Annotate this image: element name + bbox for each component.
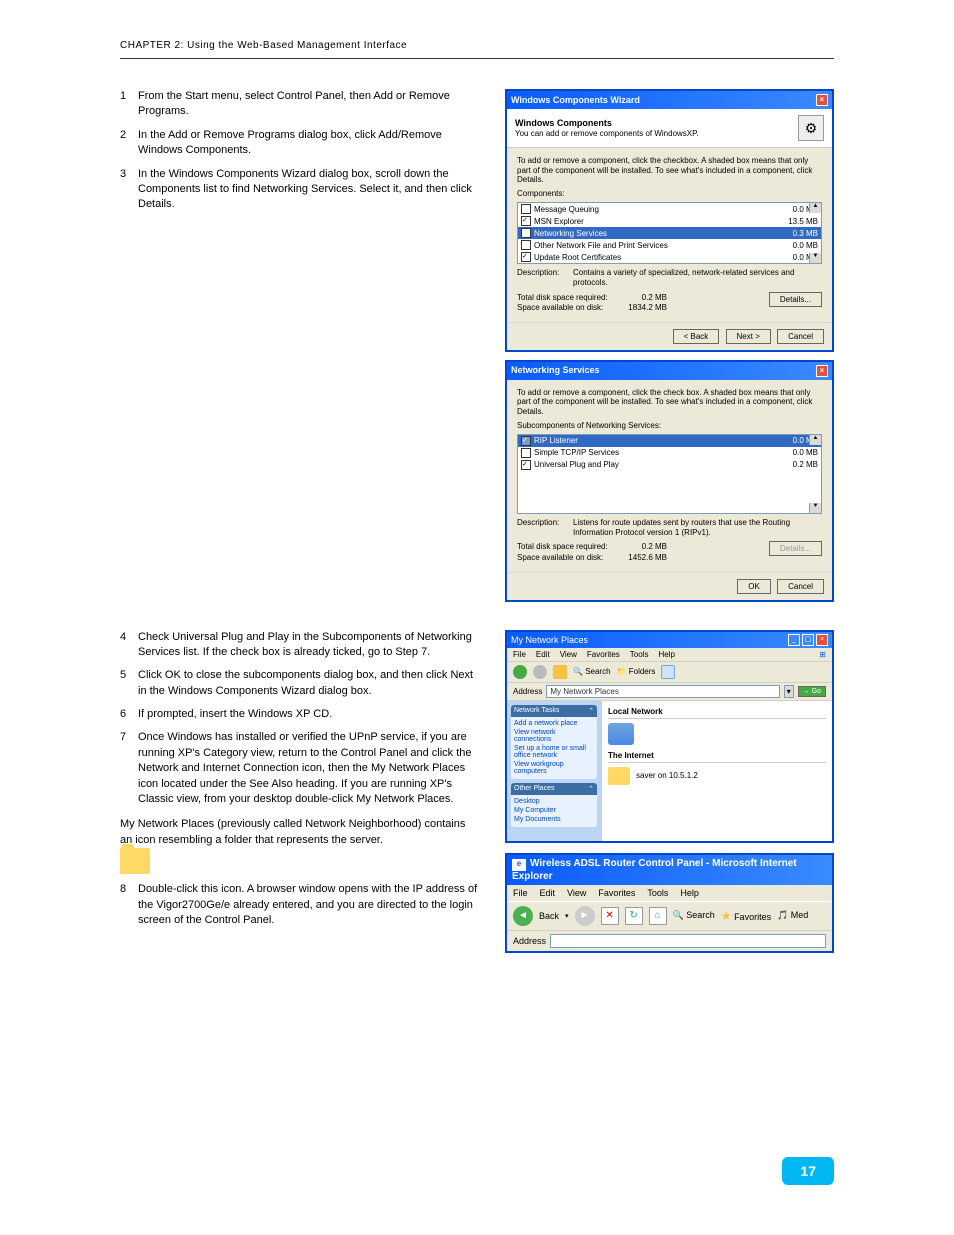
step-8: 8Double-click this icon. A browser windo… [120, 882, 480, 928]
media-button[interactable]: 🎵 Med [777, 910, 808, 921]
intro-text: To add or remove a component, click the … [517, 156, 822, 185]
sidebar-link[interactable]: View network connections [514, 728, 594, 744]
sidebar-link[interactable]: My Computer [514, 806, 594, 815]
go-button[interactable]: → Go [798, 686, 826, 697]
other-places-header: Other Places [514, 785, 554, 793]
back-button[interactable]: < Back [673, 329, 720, 344]
home-icon[interactable]: ⌂ [649, 907, 667, 925]
scroll-up-icon[interactable]: ▲ [809, 435, 821, 445]
dropdown-icon[interactable]: ▾ [784, 685, 794, 698]
wizard-icon: ⚙ [798, 115, 824, 141]
dialog-heading: Windows Components [515, 118, 699, 129]
details-button[interactable]: Details... [769, 292, 822, 307]
close-icon[interactable]: × [816, 94, 828, 106]
step-1: 1From the Start menu, select Control Pan… [120, 89, 480, 120]
internet-item[interactable]: saver on 10.5.1.2 [608, 767, 826, 785]
sidebar-link[interactable]: My Documents [514, 815, 594, 824]
network-item[interactable] [608, 723, 826, 745]
ok-button[interactable]: OK [737, 579, 771, 594]
address-label: Address [513, 687, 542, 696]
dialog-title: Windows Components Wizard [511, 95, 640, 106]
collapse-icon[interactable]: ⌃ [588, 785, 594, 793]
desc-label: Description: [517, 518, 567, 537]
search-button[interactable]: 🔍 Search [573, 667, 611, 676]
address-field[interactable] [550, 934, 826, 948]
ie-icon: e [512, 859, 526, 871]
search-button[interactable]: 🔍 Search [673, 910, 715, 921]
window-title: My Network Places [511, 635, 588, 645]
header-rule [120, 51, 834, 59]
desc-text: Contains a variety of specialized, netwo… [573, 268, 822, 287]
intro-text: To add or remove a component, click the … [517, 388, 822, 417]
ie-menubar[interactable]: FileEditViewFavoritesToolsHelp [507, 885, 832, 901]
scroll-down-icon[interactable]: ▼ [809, 503, 821, 513]
sidebar-link[interactable]: View workgroup computers [514, 760, 594, 776]
step-7: 7Once Windows has installed or verified … [120, 730, 480, 807]
para-intro: My Network Places (previously called Net… [120, 817, 480, 848]
stop-icon[interactable]: ✕ [601, 907, 619, 925]
back-icon[interactable] [513, 665, 527, 679]
back-label: Back [539, 911, 559, 921]
folder-illustration [120, 848, 480, 874]
scroll-up-icon[interactable]: ▲ [809, 203, 821, 213]
step-4: 4Check Universal Plug and Play in the Su… [120, 630, 480, 661]
cancel-button[interactable]: Cancel [777, 329, 824, 344]
step-2: 2In the Add or Remove Programs dialog bo… [120, 128, 480, 159]
forward-icon[interactable] [533, 665, 547, 679]
components-listbox[interactable]: Message Queuing0.0 MB MSN Explorer13.5 M… [517, 202, 822, 264]
folders-button[interactable]: 📁 Folders [617, 667, 656, 676]
network-device-icon [608, 723, 634, 745]
views-icon[interactable] [661, 665, 675, 679]
ie-titlebar: eWireless ADSL Router Control Panel - Mi… [507, 855, 832, 885]
step-6: 6If prompted, insert the Windows XP CD. [120, 707, 480, 722]
sidebar-link[interactable]: Add a network place [514, 719, 594, 728]
close-icon[interactable]: × [816, 634, 828, 646]
address-label: Address [513, 936, 546, 946]
explorer-window: My Network Places _ ▢ × FileEditViewFavo… [505, 630, 834, 843]
scroll-down-icon[interactable]: ▼ [809, 253, 821, 263]
collapse-icon[interactable]: ⌃ [588, 707, 594, 715]
step-3: 3In the Windows Components Wizard dialog… [120, 167, 480, 213]
page-number-badge: 17 [782, 1157, 834, 1185]
toolbar: 🔍 Search 📁 Folders [507, 662, 832, 683]
folder-icon [120, 848, 150, 874]
sidebar-link[interactable]: Desktop [514, 797, 594, 806]
address-field[interactable]: My Network Places [546, 685, 779, 698]
group-header-internet: The Internet [608, 751, 826, 763]
step-5: 5Click OK to close the subcomponents dia… [120, 668, 480, 699]
components-label: Components: [517, 189, 822, 199]
details-button: Details... [769, 541, 822, 556]
network-tasks-header: Network Tasks [514, 707, 559, 715]
cancel-button[interactable]: Cancel [777, 579, 824, 594]
group-header-local: Local Network [608, 707, 826, 719]
ie-window: eWireless ADSL Router Control Panel - Mi… [505, 853, 834, 953]
subcomponents-listbox[interactable]: RIP Listener0.0 MB Simple TCP/IP Service… [517, 434, 822, 514]
wizard-dialog: Windows Components Wizard × Windows Comp… [505, 89, 834, 352]
minimize-icon[interactable]: _ [788, 634, 800, 646]
sidebar-link[interactable]: Set up a home or small office network [514, 744, 594, 760]
menu-bar[interactable]: FileEditViewFavoritesToolsHelp ⊞ [507, 648, 832, 662]
dialog-title: Networking Services [511, 365, 600, 376]
page-header: CHAPTER 2: Using the Web-Based Managemen… [120, 40, 834, 51]
favorites-button[interactable]: ★ Favorites [721, 909, 771, 923]
folder-icon [608, 767, 630, 785]
refresh-icon[interactable]: ↻ [625, 907, 643, 925]
forward-icon[interactable]: ► [575, 906, 595, 926]
networking-services-dialog: Networking Services × To add or remove a… [505, 360, 834, 602]
desc-text: Listens for route updates sent by router… [573, 518, 822, 537]
back-icon[interactable]: ◄ [513, 906, 533, 926]
dialog-subheading: You can add or remove components of Wind… [515, 129, 699, 139]
maximize-icon[interactable]: ▢ [802, 634, 814, 646]
up-icon[interactable] [553, 665, 567, 679]
desc-label: Description: [517, 268, 567, 287]
windows-flag-icon: ⊞ [819, 650, 826, 659]
close-icon[interactable]: × [816, 365, 828, 377]
next-button[interactable]: Next > [726, 329, 771, 344]
subcomponents-label: Subcomponents of Networking Services: [517, 421, 822, 431]
